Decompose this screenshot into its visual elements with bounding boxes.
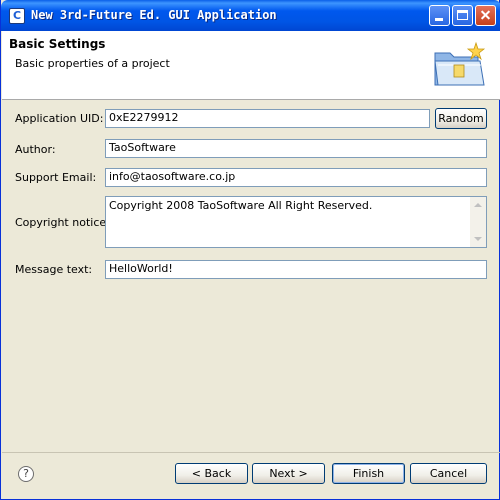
support-email-label: Support Email: bbox=[15, 171, 97, 184]
back-button[interactable]: < Back bbox=[175, 463, 248, 484]
close-icon bbox=[476, 6, 495, 25]
copyright-notice-textarea[interactable]: Copyright 2008 TaoSoftware All Right Res… bbox=[105, 196, 487, 248]
author-input[interactable]: TaoSoftware bbox=[105, 139, 487, 158]
finish-button-label: Finish bbox=[352, 467, 385, 480]
message-text-label: Message text: bbox=[15, 263, 93, 276]
finish-button[interactable]: Finish bbox=[332, 463, 405, 484]
wizard-window: New 3rd-Future Ed. GUI Application Basic… bbox=[0, 0, 500, 500]
scroll-up-icon[interactable] bbox=[474, 203, 482, 207]
back-button-label: < Back bbox=[191, 467, 232, 480]
app-icon[interactable] bbox=[9, 8, 25, 24]
scroll-down-icon[interactable] bbox=[474, 237, 482, 241]
wizard-header: Basic Settings Basic properties of a pro… bbox=[2, 31, 500, 100]
application-uid-input[interactable]: 0xE2279912 bbox=[105, 109, 430, 128]
page-description: Basic properties of a project bbox=[15, 57, 170, 70]
copyright-scrollbar[interactable] bbox=[470, 197, 486, 247]
page-title: Basic Settings bbox=[9, 37, 106, 51]
cancel-button[interactable]: Cancel bbox=[410, 463, 487, 484]
help-icon[interactable]: ? bbox=[18, 466, 34, 482]
window-title: New 3rd-Future Ed. GUI Application bbox=[31, 8, 277, 22]
application-uid-label: Application UID: bbox=[15, 112, 104, 125]
folder-wizard-icon bbox=[434, 41, 486, 86]
next-button[interactable]: Next > bbox=[252, 463, 325, 484]
title-bar[interactable]: New 3rd-Future Ed. GUI Application bbox=[1, 0, 500, 31]
maximize-icon bbox=[457, 10, 468, 20]
footer-divider bbox=[2, 452, 500, 453]
cancel-button-label: Cancel bbox=[429, 467, 468, 480]
random-button[interactable]: Random bbox=[435, 108, 487, 129]
next-button-label: Next > bbox=[269, 467, 308, 480]
copyright-notice-label: Copyright notice: bbox=[15, 216, 110, 229]
maximize-button[interactable] bbox=[452, 5, 473, 26]
author-label: Author: bbox=[15, 143, 56, 156]
minimize-icon bbox=[435, 18, 443, 21]
copyright-notice-text: Copyright 2008 TaoSoftware All Right Res… bbox=[109, 199, 373, 212]
message-text-input[interactable]: HelloWorld! bbox=[105, 260, 487, 279]
minimize-button[interactable] bbox=[429, 5, 450, 26]
support-email-input[interactable]: info@taosoftware.co.jp bbox=[105, 168, 487, 187]
close-button[interactable] bbox=[475, 5, 496, 26]
